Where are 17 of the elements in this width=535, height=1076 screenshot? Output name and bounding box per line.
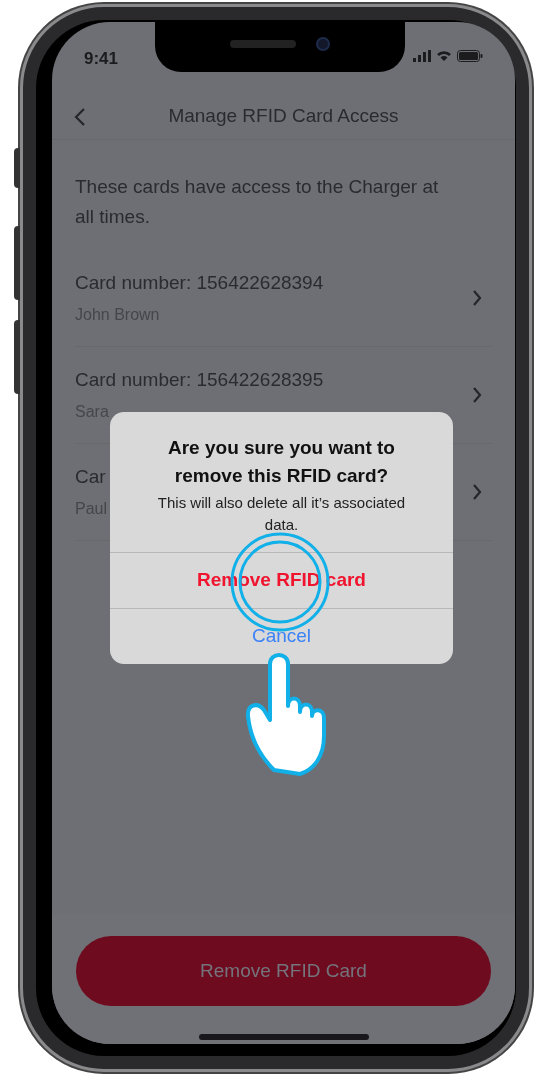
- screen-title: Manage RFID Card Access: [168, 104, 399, 129]
- description-text: These cards have access to the Charger at all times.: [74, 175, 440, 229]
- wifi-icon: [436, 50, 452, 62]
- card-number: Car: [75, 464, 107, 489]
- camera-lens: [316, 37, 330, 51]
- card-number: Card number: 156422628394: [75, 270, 324, 295]
- back-icon[interactable]: [74, 106, 86, 127]
- speaker-grille: [230, 40, 296, 48]
- card-number: Card number: 156422628395: [75, 367, 324, 392]
- dialog-message: This will also delete all it’s associated data.: [156, 493, 407, 535]
- chevron-right-icon: [472, 386, 482, 404]
- chevron-right-icon: [472, 483, 482, 501]
- signal-icon: [413, 50, 431, 62]
- remove-card-button[interactable]: Remove RFID Card: [76, 936, 491, 1006]
- status-time: 9:41: [84, 48, 119, 70]
- battery-icon: [457, 50, 483, 62]
- chevron-right-icon: [472, 289, 482, 307]
